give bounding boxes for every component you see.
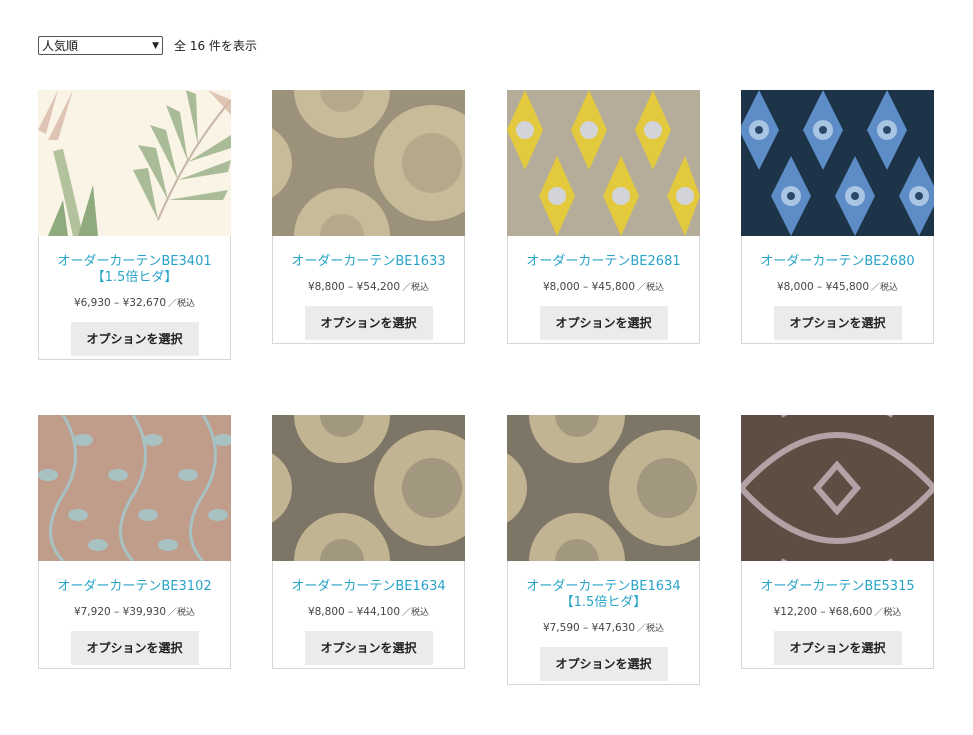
product-title[interactable]: オーダーカーテンBE2681 (510, 254, 697, 270)
price-range: ¥7,920 – ¥39,930 ／税込 (39, 605, 230, 618)
product-image[interactable] (741, 415, 934, 561)
product-card: オーダーカーテンBE2681 ¥8,000 – ¥45,800 ／税込 オプション… (507, 90, 700, 344)
product-card: オーダーカーテンBE2680 ¥8,000 – ¥45,800 ／税込 オプション… (741, 90, 934, 344)
product-title[interactable]: オーダーカーテンBE1633 (275, 254, 462, 270)
product-title[interactable]: オーダーカーテンBE2680 (744, 254, 931, 270)
product-title[interactable]: オーダーカーテンBE3401【1.5倍ヒダ】 (41, 254, 228, 286)
result-count: 全 16 件を表示 (174, 39, 257, 53)
select-options-button[interactable]: オプションを選択 (773, 631, 902, 665)
price-range: ¥8,800 – ¥44,100 ／税込 (273, 605, 464, 618)
price-range: ¥8,000 – ¥45,800 ／税込 (742, 280, 933, 293)
price-value: ¥7,920 – ¥39,930 (73, 606, 167, 618)
product-title[interactable]: オーダーカーテンBE1634【1.5倍ヒダ】 (510, 579, 697, 611)
sort-selected: 人気順 (42, 39, 79, 53)
product-image[interactable] (272, 90, 465, 236)
price-value: ¥8,000 – ¥45,800 (542, 281, 636, 293)
product-image[interactable] (507, 415, 700, 561)
select-options-button[interactable]: オプションを選択 (539, 306, 668, 340)
price-value: ¥8,000 – ¥45,800 (776, 281, 870, 293)
tax-label: ／税込 (637, 283, 665, 293)
tax-label: ／税込 (871, 283, 899, 293)
tax-label: ／税込 (637, 624, 665, 634)
select-options-button[interactable]: オプションを選択 (773, 306, 902, 340)
price-value: ¥12,200 – ¥68,600 (773, 606, 873, 618)
price-value: ¥7,590 – ¥47,630 (542, 622, 636, 634)
product-image[interactable] (741, 90, 934, 236)
tax-label: ／税込 (168, 608, 196, 618)
product-card: オーダーカーテンBE3102 ¥7,920 – ¥39,930 ／税込 オプション… (38, 415, 231, 669)
product-card: オーダーカーテンBE1634【1.5倍ヒダ】 ¥7,590 – ¥47,630 ／… (507, 415, 700, 685)
tax-label: ／税込 (402, 608, 430, 618)
tax-label: ／税込 (874, 608, 902, 618)
price-value: ¥8,800 – ¥44,100 (307, 606, 401, 618)
select-options-button[interactable]: オプションを選択 (70, 322, 199, 356)
price-value: ¥8,800 – ¥54,200 (307, 281, 401, 293)
product-title[interactable]: オーダーカーテンBE1634 (275, 579, 462, 595)
product-card: オーダーカーテンBE3401【1.5倍ヒダ】 ¥6,930 – ¥32,670 ／… (38, 90, 231, 360)
tax-label: ／税込 (402, 283, 430, 293)
sort-dropdown[interactable]: 人気順 ▼ (38, 36, 163, 55)
select-options-button[interactable]: オプションを選択 (70, 631, 199, 665)
product-title[interactable]: オーダーカーテンBE5315 (744, 579, 931, 595)
product-card: オーダーカーテンBE1633 ¥8,800 – ¥54,200 ／税込 オプション… (272, 90, 465, 344)
product-image[interactable] (38, 90, 231, 236)
select-options-button[interactable]: オプションを選択 (304, 631, 433, 665)
shop-toolbar: 人気順 ▼ 全 16 件を表示 (38, 36, 257, 55)
select-options-button[interactable]: オプションを選択 (539, 647, 668, 681)
price-range: ¥8,000 – ¥45,800 ／税込 (508, 280, 699, 293)
product-image[interactable] (507, 90, 700, 236)
price-value: ¥6,930 – ¥32,670 (73, 297, 167, 309)
price-range: ¥6,930 – ¥32,670 ／税込 (39, 296, 230, 309)
price-range: ¥12,200 – ¥68,600 ／税込 (742, 605, 933, 618)
price-range: ¥7,590 – ¥47,630 ／税込 (508, 621, 699, 634)
chevron-down-icon: ▼ (152, 40, 159, 51)
tax-label: ／税込 (168, 299, 196, 309)
product-image[interactable] (272, 415, 465, 561)
product-title[interactable]: オーダーカーテンBE3102 (41, 579, 228, 595)
product-card: オーダーカーテンBE5315 ¥12,200 – ¥68,600 ／税込 オプショ… (741, 415, 934, 669)
product-image[interactable] (38, 415, 231, 561)
select-options-button[interactable]: オプションを選択 (304, 306, 433, 340)
price-range: ¥8,800 – ¥54,200 ／税込 (273, 280, 464, 293)
product-card: オーダーカーテンBE1634 ¥8,800 – ¥44,100 ／税込 オプション… (272, 415, 465, 669)
